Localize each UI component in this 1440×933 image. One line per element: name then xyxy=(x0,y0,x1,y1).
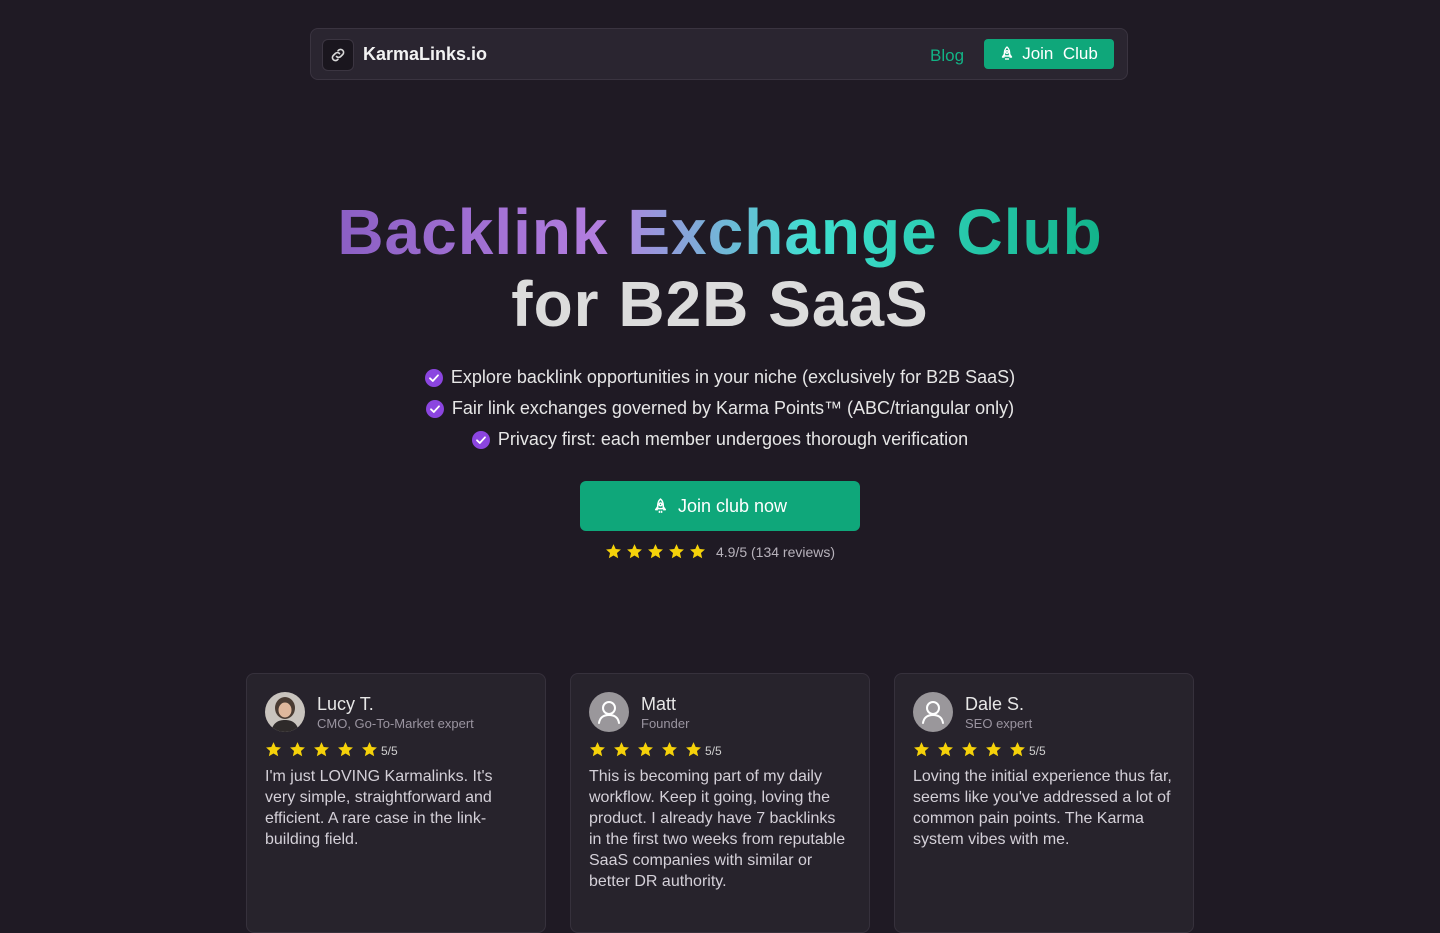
star-icon xyxy=(962,741,977,756)
star-icon xyxy=(590,741,605,756)
star-icon xyxy=(614,741,629,756)
overall-rating: 4.9/5 (134 reviews) xyxy=(0,543,1440,560)
review-score: 5/5 xyxy=(381,744,398,758)
avatar xyxy=(913,692,953,732)
brand-name[interactable]: KarmaLinks.io xyxy=(363,44,487,65)
cta-label: Join club now xyxy=(677,495,788,516)
check-circle-icon xyxy=(424,368,443,387)
review-score: 5/5 xyxy=(1029,744,1046,758)
review-stars: 5/5 xyxy=(265,740,398,758)
check-circle-icon xyxy=(471,430,490,449)
star-icon xyxy=(290,741,305,756)
top-navbar: KarmaLinks.io Blog Join Club xyxy=(310,28,1128,80)
feature-item: Fair link exchanges governed by Karma Po… xyxy=(0,393,1440,424)
review-text: This is becoming part of my daily workfl… xyxy=(589,768,846,890)
blog-link[interactable]: Blog xyxy=(930,46,964,66)
avatar xyxy=(589,692,629,732)
star-icon xyxy=(686,741,701,756)
star-icon xyxy=(648,544,663,559)
star-icon xyxy=(362,741,377,756)
feature-text: Privacy first: each member undergoes tho… xyxy=(497,429,969,449)
join-club-now-button[interactable]: Join club now xyxy=(580,481,860,531)
review-card: Dale S. SEO expert 5/5 Loving the initia… xyxy=(894,673,1194,933)
star-icon xyxy=(314,741,329,756)
reviewer-name: Matt xyxy=(641,694,677,714)
link-icon xyxy=(331,48,345,62)
star-icon xyxy=(914,741,929,756)
hero-title-line1: Backlink Exchange Club xyxy=(337,196,1103,268)
review-stars: 5/5 xyxy=(589,740,722,758)
feature-item: Privacy first: each member undergoes tho… xyxy=(0,424,1440,455)
review-score: 5/5 xyxy=(705,744,722,758)
star-icon xyxy=(938,741,953,756)
star-icon xyxy=(690,544,705,559)
user-icon xyxy=(913,692,953,732)
star-icon xyxy=(1010,741,1025,756)
user-icon xyxy=(589,692,629,732)
rating-stars xyxy=(605,543,706,560)
rocket-icon xyxy=(654,497,666,513)
feature-text: Fair link exchanges governed by Karma Po… xyxy=(451,398,1015,418)
review-card: Matt Founder 5/5 This is becoming part o… xyxy=(570,673,870,933)
reviewer-role: CMO, Go-To-Market expert xyxy=(317,716,474,731)
check-circle-icon xyxy=(425,399,444,418)
review-text: I'm just LOVING Karmalinks. It's very si… xyxy=(265,768,493,848)
star-icon xyxy=(627,544,642,559)
star-icon xyxy=(338,741,353,756)
reviewer-role: SEO expert xyxy=(965,716,1033,731)
user-photo-icon xyxy=(265,692,305,732)
star-icon xyxy=(662,741,677,756)
star-icon xyxy=(266,741,281,756)
review-text: Loving the initial experience thus far, … xyxy=(913,768,1172,848)
join-club-button[interactable]: Join Club xyxy=(984,39,1114,69)
rating-text: 4.9/5 (134 reviews) xyxy=(715,543,836,560)
hero-title: Backlink Exchange Club for B2B SaaS xyxy=(0,196,1440,340)
review-stars: 5/5 xyxy=(913,740,1046,758)
reviewer-name: Lucy T. xyxy=(317,694,374,714)
hero-title-line2: for B2B SaaS xyxy=(511,268,929,340)
reviewer-name: Dale S. xyxy=(965,694,1025,714)
feature-list: Explore backlink opportunities in your n… xyxy=(0,362,1440,455)
star-icon xyxy=(669,544,684,559)
star-icon xyxy=(638,741,653,756)
rocket-icon xyxy=(1001,46,1013,60)
feature-text: Explore backlink opportunities in your n… xyxy=(450,367,1016,387)
join-club-label: Join Club xyxy=(1022,44,1098,63)
avatar xyxy=(265,692,305,732)
reviewer-role: Founder xyxy=(641,716,690,731)
star-icon xyxy=(606,544,621,559)
logo-badge[interactable] xyxy=(322,39,354,71)
star-icon xyxy=(986,741,1001,756)
review-card: Lucy T. CMO, Go-To-Market expert 5/5 I'm… xyxy=(246,673,546,933)
feature-item: Explore backlink opportunities in your n… xyxy=(0,362,1440,393)
